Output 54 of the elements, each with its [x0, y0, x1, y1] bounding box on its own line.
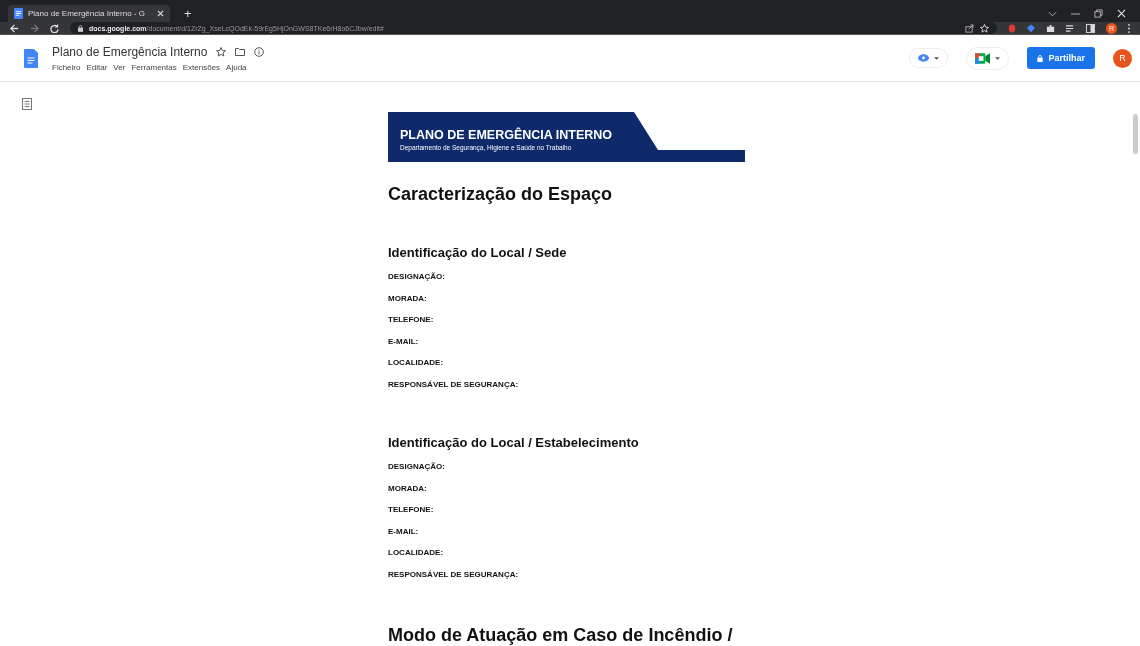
banner-title: PLANO DE EMERGÊNCIA INTERNO [400, 127, 614, 142]
eye-icon [918, 54, 930, 63]
field-label: TELEFONE: [388, 504, 435, 516]
browser-tab[interactable]: Plano de Emergência Interno - G [8, 5, 170, 22]
chevron-down-icon[interactable] [1048, 10, 1057, 17]
minimize-icon[interactable] [1071, 12, 1080, 15]
outline-icon[interactable] [22, 98, 32, 110]
lock-icon [1037, 54, 1044, 62]
field-label: RESPONSÁVEL DE SEGURANÇA: [388, 378, 520, 391]
share-icon[interactable] [965, 23, 974, 33]
section-heading: Identificação do Local / Sede [388, 245, 568, 260]
menu-item[interactable]: Ficheiro [52, 62, 81, 72]
document-icon [14, 8, 23, 19]
docs-logo-icon[interactable] [24, 48, 38, 68]
field-label: DESIGNAÇÃO: [388, 461, 446, 473]
field-label: E-MAIL: [388, 525, 420, 538]
document-heading: Caracterização do Espaço [388, 184, 614, 205]
scrollbar-thumb[interactable] [1133, 114, 1138, 154]
menu-item[interactable]: Editar [86, 62, 108, 72]
info-icon[interactable] [254, 46, 265, 57]
menu-item[interactable]: Extensões [182, 62, 221, 72]
menu-item[interactable]: Ferramentas [131, 62, 177, 72]
field-label: E-MAIL: [388, 335, 420, 348]
field-label: MORADA: [388, 292, 428, 305]
share-button[interactable]: Partilhar [1027, 47, 1095, 70]
section-heading: Identificação do Local / Estabelecimento [388, 435, 640, 450]
folder-icon[interactable] [235, 47, 246, 57]
extension-icon[interactable] [1008, 23, 1016, 33]
forward-icon[interactable] [30, 23, 39, 33]
close-icon[interactable] [157, 10, 164, 17]
document-heading: Modo de Atuação em Caso de Incêndio / [388, 625, 734, 646]
document-title[interactable]: Plano de Emergência Interno [52, 44, 208, 59]
extension-icon[interactable] [1027, 23, 1035, 33]
caret-icon [995, 56, 1001, 60]
new-tab-button[interactable]: + [184, 6, 192, 21]
sidebar-icon[interactable] [1086, 23, 1095, 33]
lock-icon [78, 24, 83, 32]
field-label: LOCALIDADE: [388, 357, 445, 369]
field-label: RESPONSÁVEL DE SEGURANÇA: [388, 568, 520, 581]
playlist-icon[interactable] [1066, 23, 1075, 33]
menu-item[interactable]: Ajuda [226, 62, 247, 72]
back-icon[interactable] [10, 23, 19, 33]
video-camera-icon [975, 52, 991, 64]
close-icon[interactable] [1117, 9, 1126, 18]
restore-icon[interactable] [1094, 9, 1103, 18]
field-label: LOCALIDADE: [388, 547, 445, 559]
menu-item[interactable]: Ver [113, 62, 126, 72]
field-label: DESIGNAÇÃO: [388, 271, 446, 283]
reload-icon[interactable] [50, 23, 59, 33]
user-avatar[interactable]: R [1113, 48, 1132, 68]
star-icon[interactable] [216, 46, 227, 57]
field-label: TELEFONE: [388, 314, 435, 326]
caret-icon [934, 56, 940, 60]
field-label: MORADA: [388, 482, 428, 495]
